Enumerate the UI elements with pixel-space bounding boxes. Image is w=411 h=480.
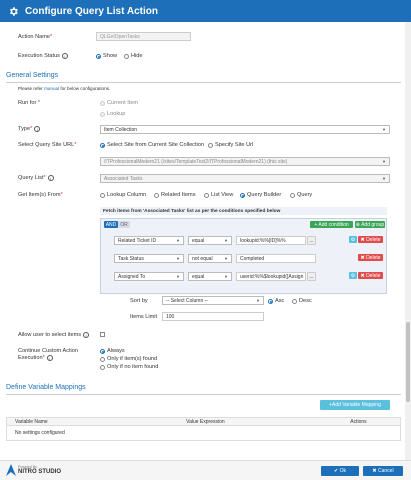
site-url-select[interactable]: /ITProfessionalModern21 (/sites/Template… [100, 157, 390, 166]
allow-user-select-label: Allow user to select items i [18, 332, 90, 338]
general-settings-title: General Settings [6, 72, 59, 79]
chevron-down-icon: ▼ [382, 176, 386, 181]
add-variable-mapping-button[interactable]: +Add Variable Mapping [320, 400, 390, 410]
vertical-scrollbar[interactable] [405, 22, 411, 460]
site-url-label: Select Query Site URL * [18, 142, 77, 148]
delete-button[interactable]: ✖ Delete [358, 272, 383, 279]
continue-execution-label-2: Execution * i [18, 355, 53, 361]
dialog-titlebar: Configure Query List Action [0, 0, 411, 22]
manual-note: Please refer manual for below configurat… [18, 86, 111, 91]
ok-button[interactable]: ✔ Ok [321, 466, 359, 476]
execution-status-label: Execution Status i [18, 53, 68, 59]
condition-field-select[interactable]: Task Status ▼ [114, 254, 184, 263]
close-icon: ✖ [360, 272, 365, 279]
nitro-logo: Powered By NITRO STUDIO [6, 464, 61, 476]
empty-message: No settings configured [15, 430, 65, 436]
action-name-field[interactable]: QLGetOpenTasks [96, 32, 191, 41]
fetch-description: Fetch items from 'Associated Tasks' list… [100, 207, 387, 215]
condition-operator-select[interactable]: equal ▼ [188, 272, 232, 281]
column-header: Value Expression [186, 418, 225, 425]
nitro-logo-icon [6, 464, 16, 476]
continue-if-not-found[interactable]: Only if no item found [100, 364, 158, 370]
get-items-related-items[interactable]: Related Items [154, 192, 196, 198]
chevron-down-icon: ▼ [382, 159, 386, 164]
get-items-query[interactable]: Query [290, 192, 312, 198]
or-toggle[interactable]: OR [118, 221, 130, 228]
add-group-button[interactable]: ⊕ Add group [355, 221, 385, 228]
scrollbar-thumb[interactable] [406, 322, 410, 402]
variable-mappings-table: Variable Name Value Expression Actions N… [6, 417, 401, 441]
info-icon: i [47, 175, 54, 181]
execution-status-show[interactable]: Show [96, 53, 117, 59]
query-list-label: Query List * i [18, 175, 54, 181]
settings-icon[interactable]: ⚙ [349, 272, 357, 279]
info-icon: i [34, 126, 41, 132]
close-icon: ✖ [360, 254, 365, 261]
query-list-select[interactable]: Associated Tasks ▼ [100, 174, 390, 183]
run-for-current-item[interactable]: Current Item [100, 100, 138, 106]
run-for-lookup[interactable]: Lookup [100, 111, 125, 117]
ellipsis-button[interactable]: ... [307, 272, 316, 281]
condition-field-select[interactable]: Related Ticket ID ▼ [114, 236, 184, 245]
condition-operator-select[interactable]: not equal ▼ [188, 254, 232, 263]
get-items-label: Get Item(s) From * [18, 192, 63, 198]
and-toggle[interactable]: AND [104, 221, 118, 228]
manual-link[interactable]: manual [44, 86, 59, 91]
action-name-label: Action Name * [18, 34, 53, 40]
items-limit-input[interactable]: 100 [162, 312, 264, 321]
cancel-button[interactable]: ✖ Cancel [363, 466, 403, 476]
settings-icon[interactable]: ⚙ [349, 236, 357, 243]
table-header: Variable Name Value Expression Actions [7, 418, 400, 426]
execution-status-hide[interactable]: Hide [124, 53, 143, 59]
continue-always[interactable]: Always [100, 348, 125, 354]
sort-desc[interactable]: Desc [292, 298, 312, 304]
add-condition-button[interactable]: + Add condition [310, 221, 353, 228]
dialog-title: Configure Query List Action [25, 5, 158, 17]
type-label: Type * i [18, 126, 41, 132]
get-items-list-view[interactable]: List View [204, 192, 233, 198]
continue-execution-label: Continue Custom Action [18, 348, 79, 354]
get-items-query-builder[interactable]: Query Builder [240, 192, 281, 198]
condition-value-input[interactable]: Completed [236, 254, 316, 263]
divider [6, 394, 401, 395]
condition-value-input[interactable]: userid:%%$lookupid([Assign [236, 272, 306, 281]
delete-button[interactable]: ✖ Delete [358, 236, 383, 243]
configure-query-list-dialog: Configure Query List Action Action Name *… [0, 0, 411, 480]
chevron-down-icon: ▼ [382, 127, 386, 132]
allow-user-select-checkbox[interactable] [100, 332, 105, 337]
condition-operator-select[interactable]: equal ▼ [188, 236, 232, 245]
items-limit-label: Items Limit [130, 314, 158, 320]
site-url-specify[interactable]: Specify Site Url [208, 142, 253, 148]
type-select[interactable]: Item Collection ▼ [100, 125, 390, 134]
site-url-current-collection[interactable]: Select Site from Current Site Collection [100, 142, 204, 148]
dialog-body[interactable]: Action Name * QLGetOpenTasks Execution St… [0, 22, 405, 460]
dialog-footer: Powered By NITRO STUDIO ✔ Ok ✖ Cancel [0, 460, 411, 480]
info-icon: i [46, 355, 53, 361]
delete-button[interactable]: ✖ Delete [358, 254, 383, 261]
ellipsis-button[interactable]: ... [307, 236, 316, 245]
info-icon: i [61, 53, 68, 59]
continue-if-found[interactable]: Only if item(s) found [100, 356, 157, 362]
column-header: Actions [350, 418, 367, 425]
run-for-label: Run for * [18, 100, 41, 106]
gear-icon [6, 4, 20, 18]
condition-field-select[interactable]: Assigned To ▼ [114, 272, 184, 281]
close-icon: ✖ [360, 236, 365, 243]
condition-value-input[interactable]: lookupid:%%[ID]%% [236, 236, 306, 245]
sort-by-select[interactable]: -- Select Column -- ▼ [162, 296, 264, 305]
sort-by-label: Sort by [130, 298, 148, 304]
variable-mappings-title: Define Variable Mappings [6, 384, 86, 391]
divider [6, 82, 401, 83]
info-icon: i [83, 332, 90, 338]
get-items-lookup-column[interactable]: Lookup Column [100, 192, 146, 198]
sort-asc[interactable]: Asc [268, 298, 284, 304]
column-header: Variable Name [15, 418, 48, 425]
